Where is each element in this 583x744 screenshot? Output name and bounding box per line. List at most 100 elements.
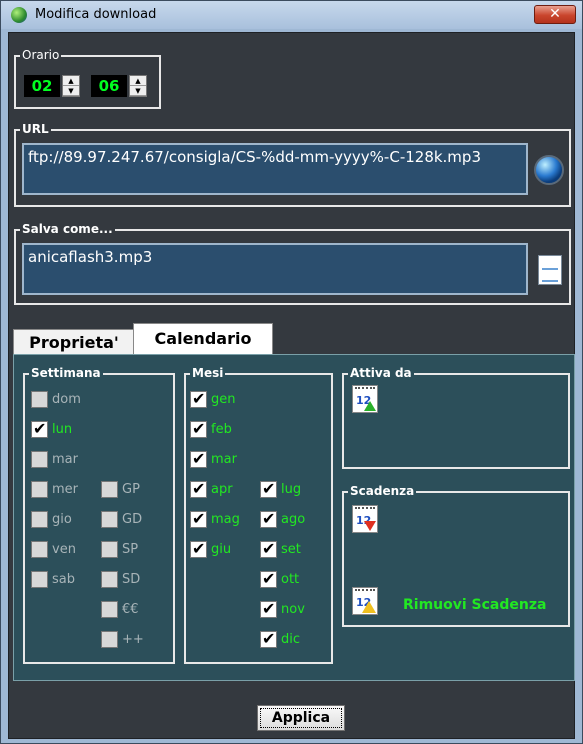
attiva-label: Attiva da <box>348 366 414 380</box>
hours-up-arrow-icon[interactable]: ▲ <box>63 76 79 86</box>
month-checkbox-11[interactable]: dic <box>260 629 301 649</box>
file-icon[interactable] <box>538 255 562 285</box>
hours-down-arrow-icon[interactable]: ▼ <box>63 86 79 96</box>
url-field[interactable]: ftp://89.97.247.67/consigla/CS-%dd-mm-yy… <box>22 143 528 195</box>
globe-download-icon <box>11 7 27 23</box>
calendar-up-icon[interactable]: 12 <box>352 385 378 413</box>
salva-group: Salva come... anicaflash3.mp3 <box>14 222 571 305</box>
checkbox-box[interactable] <box>101 601 118 618</box>
calendar-warning-icon[interactable]: 12 <box>352 587 378 615</box>
checkbox-box[interactable] <box>31 541 48 558</box>
checkbox-label: GP <box>122 482 140 497</box>
checkbox-box[interactable] <box>190 389 207 409</box>
salva-field[interactable]: anicaflash3.mp3 <box>22 243 528 295</box>
checkbox-label: GD <box>122 512 143 527</box>
url-group: URL ftp://89.97.247.67/consigla/CS-%dd-m… <box>14 122 571 207</box>
calendario-panel: Settimana dom lun mar mer gio ven sab GP GD SP SD €… <box>13 354 575 681</box>
day-checkbox-0[interactable]: dom <box>31 391 81 408</box>
checkbox-box[interactable] <box>31 419 48 439</box>
extra-checkbox-3[interactable]: SD <box>101 571 140 588</box>
calendar-down-icon[interactable]: 12 <box>352 505 378 533</box>
checkbox-box[interactable] <box>31 511 48 528</box>
extra-checkbox-2[interactable]: SP <box>101 541 138 558</box>
day-checkbox-2[interactable]: mar <box>31 451 78 468</box>
checkbox-label: ++ <box>122 632 144 647</box>
month-checkbox-0[interactable]: gen <box>190 389 236 409</box>
orario-label: Orario <box>20 48 62 62</box>
month-checkbox-3[interactable]: apr <box>190 479 233 499</box>
checkbox-box[interactable] <box>31 451 48 468</box>
checkbox-box[interactable] <box>260 599 277 619</box>
extra-checkbox-4[interactable]: €€ <box>101 601 139 618</box>
orario-group: Orario 02 ▲ ▼ 06 ▲ ▼ <box>14 48 161 109</box>
checkbox-box[interactable] <box>101 631 118 648</box>
month-checkbox-4[interactable]: mag <box>190 509 240 529</box>
applica-button[interactable]: Applica <box>257 705 345 731</box>
close-button[interactable]: ✕ <box>534 5 576 24</box>
checkbox-label: set <box>281 542 301 557</box>
checkbox-label: ott <box>281 572 300 587</box>
day-checkbox-6[interactable]: sab <box>31 571 75 588</box>
month-checkbox-10[interactable]: nov <box>260 599 305 619</box>
minutes-down-arrow-icon[interactable]: ▼ <box>130 86 146 96</box>
extra-checkbox-5[interactable]: ++ <box>101 631 144 648</box>
checkbox-box[interactable] <box>190 479 207 499</box>
checkbox-box[interactable] <box>190 539 207 559</box>
day-checkbox-4[interactable]: gio <box>31 511 72 528</box>
checkbox-box[interactable] <box>190 509 207 529</box>
minutes-value[interactable]: 06 <box>91 75 127 97</box>
checkbox-box[interactable] <box>101 541 118 558</box>
hours-value[interactable]: 02 <box>24 75 60 97</box>
month-checkbox-6[interactable]: lug <box>260 479 302 499</box>
tab-proprieta[interactable]: Proprieta' <box>13 329 135 355</box>
title-bar[interactable]: Modifica download ✕ <box>1 1 582 29</box>
salva-label: Salva come... <box>20 222 115 236</box>
checkbox-label: mer <box>52 482 79 497</box>
checkbox-box[interactable] <box>31 571 48 588</box>
minutes-spinner[interactable]: ▲ ▼ <box>129 75 147 97</box>
checkbox-box[interactable] <box>31 391 48 408</box>
checkbox-box[interactable] <box>260 539 277 559</box>
checkbox-box[interactable] <box>190 449 207 469</box>
checkbox-box[interactable] <box>260 629 277 649</box>
hours-spinner[interactable]: ▲ ▼ <box>62 75 80 97</box>
settimana-label: Settimana <box>29 366 103 380</box>
checkbox-label: SD <box>122 572 141 587</box>
month-checkbox-9[interactable]: ott <box>260 569 300 589</box>
checkbox-label: dom <box>52 392 81 407</box>
day-checkbox-3[interactable]: mer <box>31 481 78 498</box>
checkbox-label: ago <box>281 512 306 527</box>
day-checkbox-5[interactable]: ven <box>31 541 76 558</box>
checkbox-label: dic <box>281 632 301 647</box>
checkbox-label: lug <box>281 482 302 497</box>
checkbox-box[interactable] <box>260 569 277 589</box>
checkbox-label: sab <box>52 572 75 587</box>
checkbox-box[interactable] <box>260 479 277 499</box>
checkbox-label: feb <box>211 422 232 437</box>
globe-icon[interactable] <box>534 155 564 185</box>
scadenza-label: Scadenza <box>348 484 417 498</box>
checkbox-box[interactable] <box>260 509 277 529</box>
extra-checkbox-0[interactable]: GP <box>101 481 140 498</box>
month-checkbox-5[interactable]: giu <box>190 539 231 559</box>
rimuovi-scadenza-button[interactable]: Rimuovi Scadenza <box>403 597 546 613</box>
tab-calendario[interactable]: Calendario <box>133 323 273 355</box>
month-checkbox-2[interactable]: mar <box>190 449 237 469</box>
month-checkbox-8[interactable]: set <box>260 539 301 559</box>
checkbox-box[interactable] <box>101 481 118 498</box>
checkbox-label: SP <box>122 542 139 557</box>
checkbox-box[interactable] <box>190 419 207 439</box>
checkbox-label: €€ <box>122 602 139 617</box>
checkbox-box[interactable] <box>101 571 118 588</box>
checkbox-box[interactable] <box>101 511 118 528</box>
dialog-window: Modifica download ✕ Orario 02 ▲ ▼ 06 ▲ ▼… <box>0 0 583 744</box>
month-checkbox-7[interactable]: ago <box>260 509 306 529</box>
mesi-group: Mesi gen feb mar apr mag giu lug ago set ott nov di… <box>184 366 333 664</box>
month-checkbox-1[interactable]: feb <box>190 419 232 439</box>
checkbox-box[interactable] <box>31 481 48 498</box>
extra-checkbox-1[interactable]: GD <box>101 511 142 528</box>
minutes-up-arrow-icon[interactable]: ▲ <box>130 76 146 86</box>
window-title: Modifica download <box>35 7 157 22</box>
checkbox-label: mag <box>211 512 240 527</box>
day-checkbox-1[interactable]: lun <box>31 419 72 439</box>
